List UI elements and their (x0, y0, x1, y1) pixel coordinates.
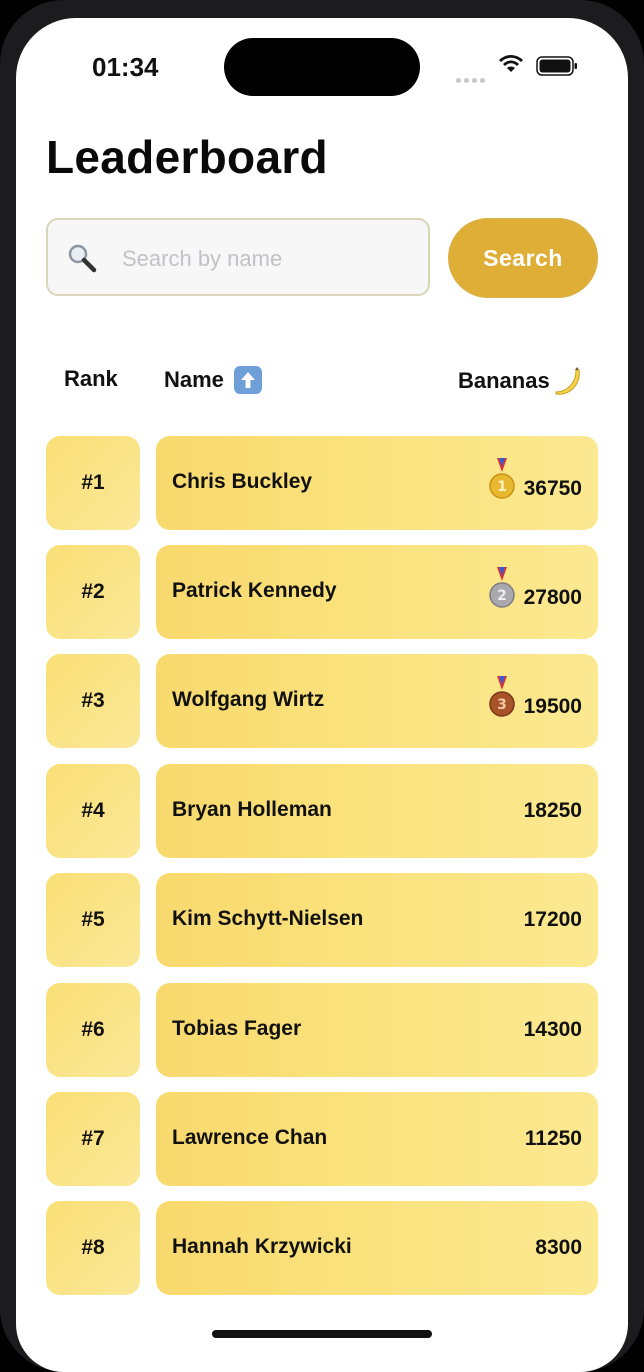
bananas-header-label: Bananas (458, 368, 550, 393)
home-indicator (212, 1330, 432, 1338)
svg-text:1: 1 (497, 479, 507, 495)
banana-score: 19500 (523, 695, 582, 718)
rank-badge: #7 (46, 1092, 140, 1186)
rank-column-header: Rank (64, 366, 118, 391)
leaderboard-row[interactable]: #8 Hannah Krzywicki 8300 (46, 1201, 598, 1295)
banana-score: 14300 (523, 1018, 582, 1041)
battery-icon (536, 56, 577, 76)
player-card[interactable]: Tobias Fager 14300 (156, 983, 598, 1077)
arrow-up-icon[interactable] (233, 366, 262, 394)
banana-score: 17200 (523, 908, 582, 931)
leaderboard-row[interactable]: #3 Wolfgang Wirtz 3 19500 (46, 654, 598, 748)
bronze-medal-icon: 3 (488, 676, 515, 717)
dynamic-island (224, 38, 420, 96)
gold-medal-icon: 1 (488, 458, 515, 499)
player-card[interactable]: Hannah Krzywicki 8300 (156, 1201, 598, 1295)
player-name: Lawrence Chan (172, 1126, 328, 1149)
rank-badge: #4 (46, 764, 140, 858)
player-name: Hannah Krzywicki (172, 1235, 352, 1258)
search-field[interactable] (46, 218, 430, 296)
banana-score: 18250 (523, 799, 582, 822)
leaderboard-row[interactable]: #5 Kim Schytt-Nielsen 17200 (46, 873, 598, 967)
name-header-label: Name (164, 367, 224, 392)
leaderboard-row[interactable]: #6 Tobias Fager 14300 (46, 983, 598, 1077)
player-name: Kim Schytt-Nielsen (172, 907, 364, 930)
player-card[interactable]: Lawrence Chan 11250 (156, 1092, 598, 1186)
page-title: Leaderboard (46, 131, 328, 183)
leaderboard-row[interactable]: #7 Lawrence Chan 11250 (46, 1092, 598, 1186)
player-name: Patrick Kennedy (172, 579, 337, 602)
silver-medal-icon: 2 (488, 567, 515, 608)
svg-text:2: 2 (497, 588, 507, 604)
leaderboard-row[interactable]: #1 Chris Buckley 1 36750 (46, 436, 598, 530)
search-input[interactable] (120, 238, 414, 280)
status-time: 01:34 (92, 52, 159, 82)
rank-badge: #5 (46, 873, 140, 967)
wifi-icon (499, 55, 523, 72)
svg-text:3: 3 (497, 697, 507, 713)
player-name: Tobias Fager (172, 1017, 302, 1040)
player-card[interactable]: Kim Schytt-Nielsen 17200 (156, 873, 598, 967)
rank-badge: #2 (46, 545, 140, 639)
banana-score: 11250 (524, 1127, 582, 1150)
leaderboard-row[interactable]: #4 Bryan Holleman 18250 (46, 764, 598, 858)
bananas-column-header: Bananas (458, 366, 582, 396)
banana-score: 36750 (523, 477, 582, 500)
rank-badge: #3 (46, 654, 140, 748)
banana-icon (555, 367, 580, 395)
name-column-header[interactable]: Name (164, 366, 262, 394)
leaderboard-row[interactable]: #2 Patrick Kennedy 2 27800 (46, 545, 598, 639)
player-card[interactable]: Wolfgang Wirtz 3 19500 (156, 654, 598, 748)
player-card[interactable]: Chris Buckley 1 36750 (156, 436, 598, 530)
rank-badge: #8 (46, 1201, 140, 1295)
player-card[interactable]: Bryan Holleman 18250 (156, 764, 598, 858)
rank-badge: #6 (46, 983, 140, 1077)
search-button[interactable]: Search (448, 218, 598, 298)
player-name: Wolfgang Wirtz (172, 688, 325, 711)
rank-badge: #1 (46, 436, 140, 530)
app-screen: 01:34 Leaderboard Search Rank Name Banan… (16, 18, 628, 1372)
banana-score: 8300 (535, 1236, 582, 1259)
player-name: Chris Buckley (172, 470, 313, 493)
player-name: Bryan Holleman (172, 798, 332, 821)
banana-score: 27800 (523, 586, 582, 609)
cellular-signal-icon (456, 70, 488, 88)
magnifier-icon (68, 244, 97, 273)
player-card[interactable]: Patrick Kennedy 2 27800 (156, 545, 598, 639)
